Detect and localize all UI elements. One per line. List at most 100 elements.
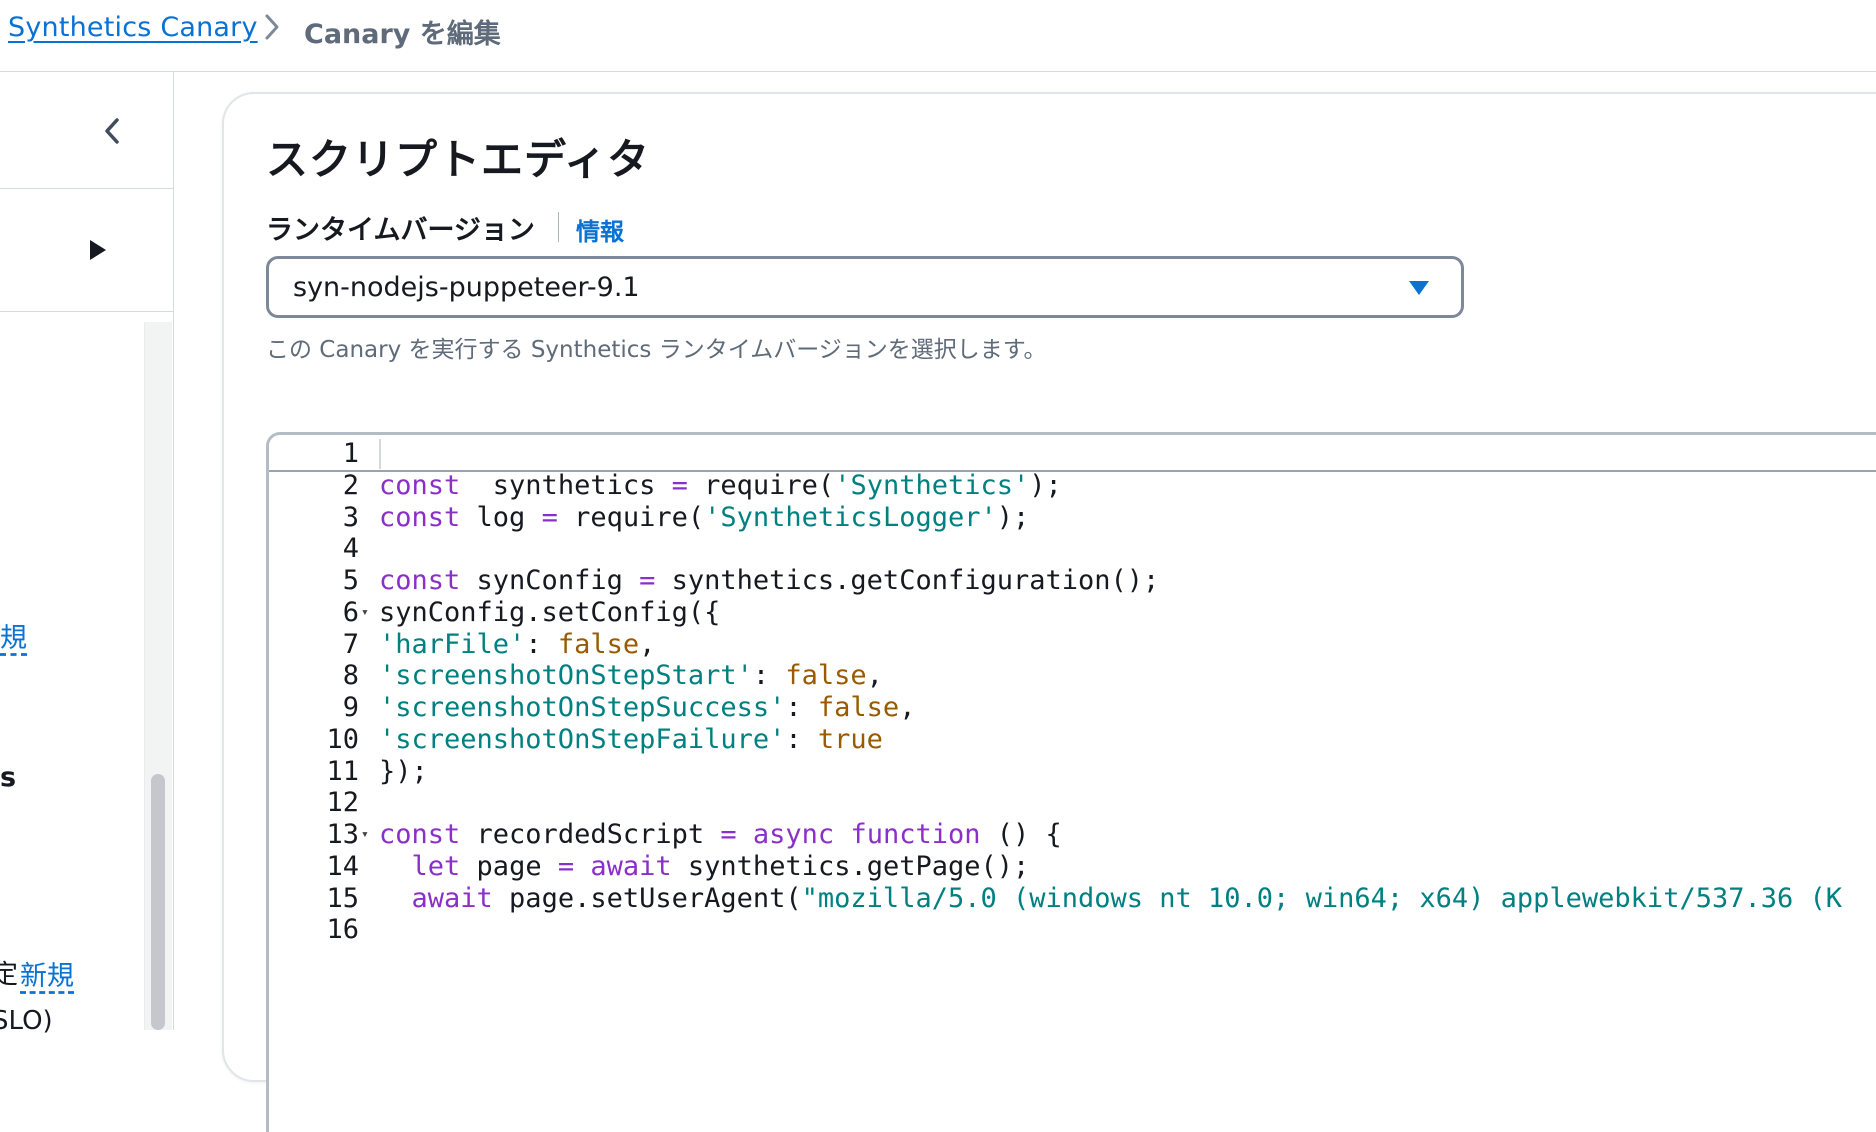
breadcrumb-current: Canary を編集	[304, 19, 501, 50]
code-editor[interactable]: 1 2 const synthetics = require('Synthetics…	[266, 432, 1876, 1132]
sidebar-link-fragment[interactable]: 規	[0, 616, 27, 655]
runtime-version-label: ランタイムバージョン	[266, 215, 535, 246]
code-line[interactable]: 9 'screenshotOnStepSuccess': false,	[269, 692, 1876, 724]
breadcrumb-link-synthetics-canary[interactable]: Synthetics Canary	[8, 12, 258, 43]
code-line[interactable]: 16	[269, 914, 1876, 946]
code-token: synConfig	[460, 565, 640, 596]
line-number: 13	[326, 819, 359, 850]
fold-arrow-icon[interactable]: ▾	[361, 597, 369, 629]
code-token: synConfig.setConfig({	[379, 596, 721, 628]
code-text: const synthetics = require('Synthetics')…	[379, 470, 1062, 502]
code-token: :	[785, 723, 818, 755]
code-token: require(	[557, 501, 705, 533]
chevron-right-icon	[262, 12, 282, 42]
code-token: :	[785, 692, 818, 723]
code-token: 'screenshotOnStepStart'	[379, 660, 753, 692]
code-token: 'Synthetics'	[834, 469, 1030, 501]
code-token: page	[460, 850, 558, 882]
code-token: const	[379, 819, 461, 850]
code-token: ,	[899, 692, 916, 723]
code-line[interactable]: 7 'harFile': false,	[269, 629, 1876, 661]
sidebar-text-slo: SLO)	[0, 1006, 53, 1036]
code-text: 'screenshotOnStepSuccess': false,	[379, 692, 915, 724]
caret-down-icon	[1407, 279, 1431, 297]
code-token: });	[379, 755, 428, 787]
code-line[interactable]: 4	[269, 533, 1876, 565]
code-token: recordedScript	[460, 819, 721, 850]
sidebar-scrollbar-thumb[interactable]	[151, 774, 165, 1030]
line-number: 5	[342, 565, 359, 596]
code-text: 'harFile': false,	[379, 629, 655, 661]
code-token: await	[411, 882, 493, 914]
code-line[interactable]: 15 await page.setUserAgent("mozilla/5.0 …	[269, 883, 1876, 915]
code-token: false	[785, 660, 867, 692]
runtime-version-value: syn-nodejs-puppeteer-9.1	[293, 272, 640, 303]
code-token: const	[379, 565, 461, 596]
line-number: 4	[342, 533, 359, 565]
code-token: synthetics.getConfiguration();	[655, 565, 1160, 596]
code-text: let page = await synthetics.getPage();	[379, 850, 1030, 883]
code-line[interactable]: 12	[269, 787, 1876, 819]
code-token: =	[720, 819, 737, 850]
code-token: page.setUserAgent(	[492, 882, 802, 914]
line-number: 9	[342, 692, 359, 723]
code-token: const	[379, 501, 461, 533]
code-token: 'screenshotOnStepFailure'	[379, 723, 786, 755]
code-token: synthetics	[460, 469, 672, 501]
chevron-left-icon[interactable]	[102, 116, 122, 146]
code-token: :	[525, 628, 558, 660]
runtime-version-select[interactable]: syn-nodejs-puppeteer-9.1	[266, 256, 1464, 318]
code-line[interactable]: 5 const synConfig = synthetics.getConfigu…	[269, 565, 1876, 597]
sidebar-scrollbar[interactable]	[144, 322, 172, 1030]
code-token: false	[557, 628, 640, 660]
code-token: true	[817, 723, 883, 755]
line-number: 15	[326, 882, 359, 914]
code-line[interactable]: 3 const log = require('SyntheticsLogger')…	[269, 502, 1876, 534]
code-token: 'harFile'	[379, 628, 526, 660]
label-divider	[558, 212, 559, 242]
code-line[interactable]: 2 const synthetics = require('Synthetics'…	[269, 470, 1876, 502]
code-token: =	[557, 850, 575, 882]
code-token: );	[996, 501, 1030, 533]
code-line[interactable]: 13 ▾ const recordedScript = async function…	[269, 819, 1876, 851]
code-text: await page.setUserAgent("mozilla/5.0 (wi…	[379, 883, 1842, 915]
line-number: 1	[342, 438, 359, 469]
code-token: 'SyntheticsLogger'	[704, 501, 997, 533]
side-panel-expand-row	[0, 190, 173, 312]
code-token: let	[411, 850, 461, 882]
sidebar-text-fragment: 定	[0, 960, 19, 990]
code-line[interactable]: 6 ▾ synConfig.setConfig({	[269, 597, 1876, 629]
code-token: =	[541, 501, 558, 533]
line-number: 8	[342, 660, 359, 692]
code-token: );	[1029, 469, 1062, 501]
breadcrumb: Synthetics Canary Canary を編集	[0, 0, 1876, 72]
code-line[interactable]: 10 'screenshotOnStepFailure': true	[269, 724, 1876, 756]
code-token: await	[590, 850, 672, 882]
code-line[interactable]: 1	[269, 438, 1876, 470]
code-token: require(	[687, 469, 835, 501]
line-number: 14	[326, 850, 359, 882]
code-token: false	[817, 692, 900, 723]
code-token: 'screenshotOnStepSuccess'	[379, 692, 786, 723]
fold-arrow-icon[interactable]: ▾	[361, 819, 369, 851]
code-line[interactable]: 11});	[269, 756, 1876, 788]
code-text: 'screenshotOnStepFailure': true	[379, 724, 883, 756]
side-panel-header	[0, 72, 173, 189]
line-number: 11	[326, 755, 359, 787]
line-number: 16	[326, 914, 359, 946]
code-token: async function	[752, 819, 981, 850]
code-line[interactable]: 8 'screenshotOnStepStart': false,	[269, 660, 1876, 692]
code-token: =	[639, 565, 656, 596]
caret-right-icon[interactable]	[88, 238, 108, 262]
script-editor-panel: スクリプトエディタ ランタイムバージョン 情報 syn-nodejs-puppe…	[222, 92, 1876, 1132]
code-text: const log = require('SyntheticsLogger');	[379, 502, 1029, 534]
line-number: 10	[326, 723, 359, 755]
code-token: ,	[639, 628, 656, 660]
info-link[interactable]: 情報	[576, 212, 624, 247]
sidebar-link-new[interactable]: 新規	[20, 954, 74, 993]
code-line[interactable]: 14 let page = await synthetics.getPage()…	[269, 851, 1876, 883]
code-text: 'screenshotOnStepStart': false,	[379, 660, 883, 692]
line-number: 12	[326, 787, 359, 819]
